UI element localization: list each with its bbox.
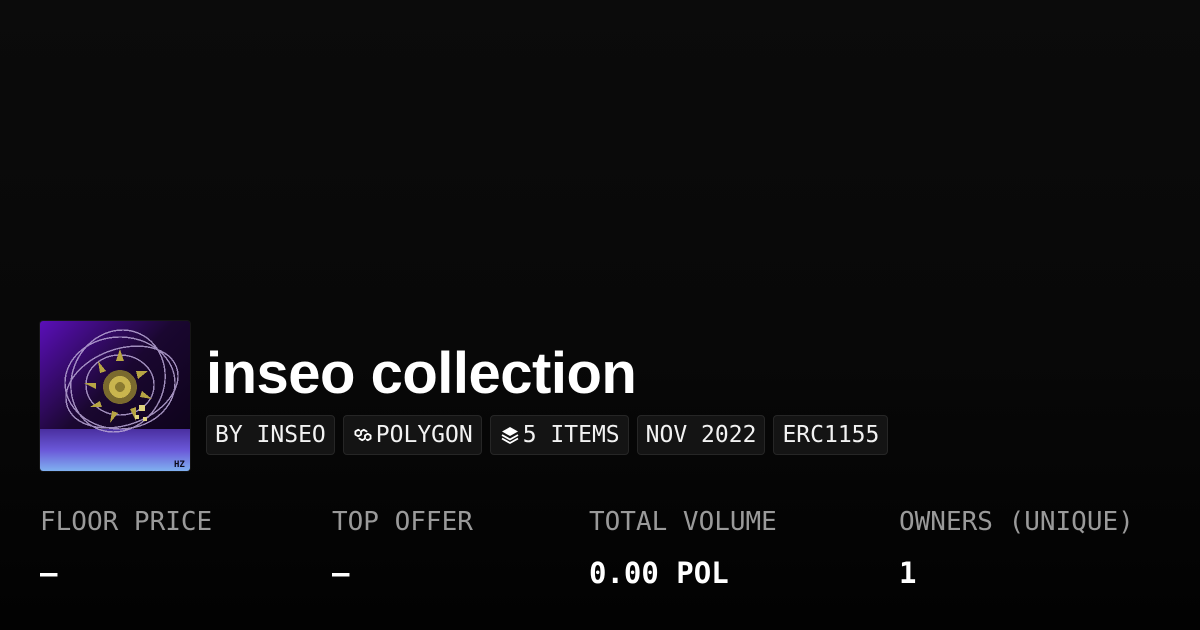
layers-icon bbox=[499, 424, 521, 446]
creator-badge-label: BY INSEO bbox=[215, 422, 326, 448]
total-volume-label: TOTAL VOLUME bbox=[589, 507, 777, 537]
collection-image: HZ bbox=[40, 321, 190, 471]
total-volume-stat: TOTAL VOLUME 0.00 POL bbox=[589, 505, 777, 591]
floor-price-value: – bbox=[40, 556, 58, 590]
collection-share-card: HZ inseo collection BY INSEO POLYGON 5 I… bbox=[0, 0, 1200, 630]
chain-badge[interactable]: POLYGON bbox=[342, 415, 482, 455]
owners-value: 1 bbox=[899, 556, 917, 590]
created-date-badge: NOV 2022 bbox=[636, 415, 766, 455]
owners-label: OWNERS (UNIQUE) bbox=[899, 507, 1134, 537]
token-standard-badge: ERC1155 bbox=[773, 415, 889, 455]
items-badge-label: 5 ITEMS bbox=[522, 422, 620, 448]
items-badge[interactable]: 5 ITEMS bbox=[489, 415, 629, 455]
top-offer-stat: TOP OFFER – bbox=[332, 505, 473, 591]
top-offer-label: TOP OFFER bbox=[332, 507, 473, 537]
created-date-badge-label: NOV 2022 bbox=[645, 422, 757, 448]
total-volume-value: 0.00 POL bbox=[589, 556, 729, 590]
floor-price-stat: FLOOR PRICE – bbox=[40, 505, 212, 591]
creator-badge[interactable]: BY INSEO bbox=[206, 415, 335, 455]
floor-price-label: FLOOR PRICE bbox=[40, 507, 213, 537]
owners-stat: OWNERS (UNIQUE) 1 bbox=[899, 505, 1134, 591]
artwork-signature: HZ bbox=[174, 460, 185, 470]
top-offer-value: – bbox=[332, 556, 350, 590]
collection-artwork: HZ bbox=[40, 321, 190, 471]
polygon-icon bbox=[352, 424, 374, 446]
token-standard-badge-label: ERC1155 bbox=[782, 422, 880, 448]
collection-title: inseo collection bbox=[206, 341, 637, 406]
collection-badges: BY INSEO POLYGON 5 ITEMS NOV 2022 ERC115… bbox=[206, 415, 889, 455]
chain-badge-label: POLYGON bbox=[375, 422, 473, 448]
